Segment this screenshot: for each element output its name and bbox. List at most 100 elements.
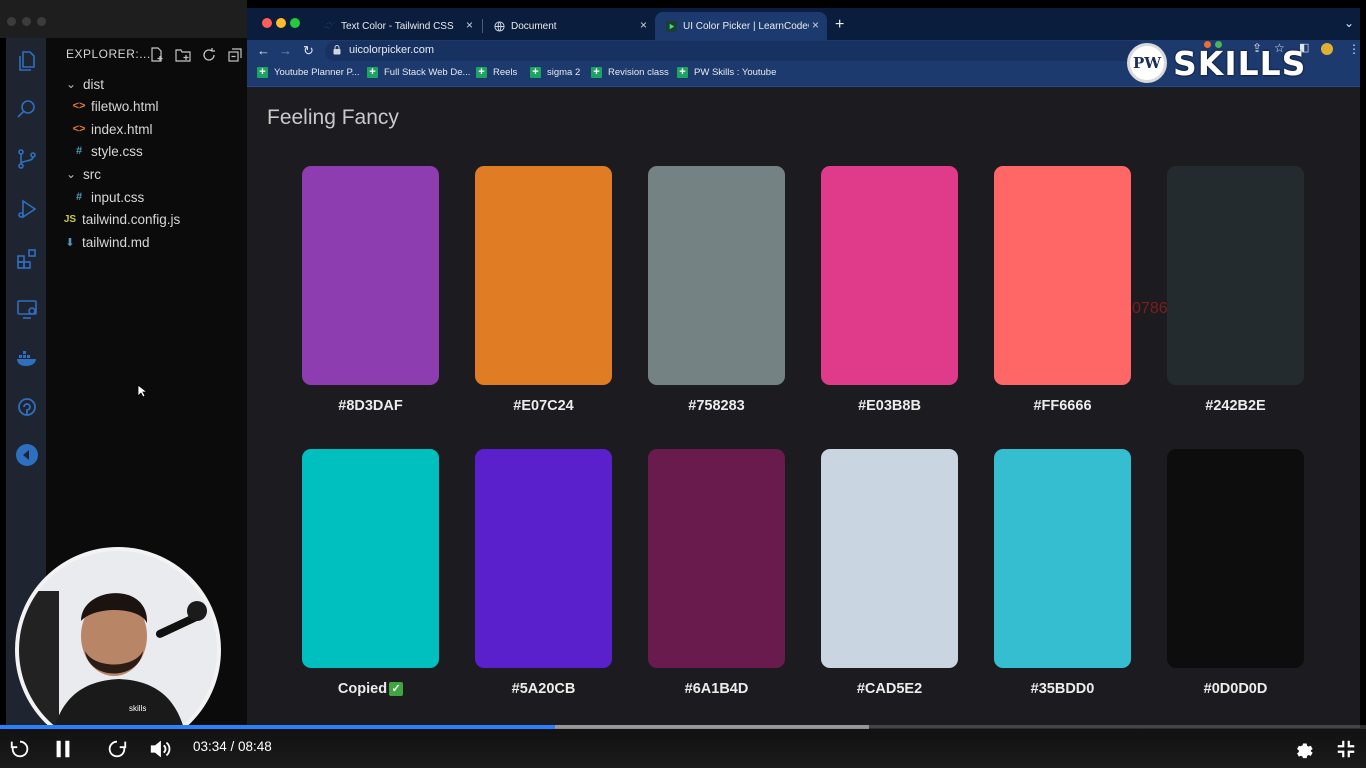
globe-icon <box>493 20 505 32</box>
color-picker-page: Feeling Fancy missgulnaz0786@gmail.com #… <box>247 88 1360 728</box>
color-swatch-label: #8D3DAF <box>338 398 403 414</box>
back-arrow-icon[interactable]: ← <box>257 43 270 58</box>
html-file-icon: <> <box>72 123 86 135</box>
css-file-icon: # <box>75 145 83 157</box>
new-folder-icon[interactable] <box>174 46 192 64</box>
forward-10-icon[interactable] <box>105 737 129 761</box>
tab-document[interactable]: Document × <box>483 12 655 40</box>
tree-folder-dist[interactable]: ⌄ dist <box>62 74 104 94</box>
color-swatch-label: #0D0D0D <box>1203 681 1268 697</box>
color-swatch[interactable] <box>475 166 612 385</box>
explorer-title: EXPLORER:... <box>66 47 151 61</box>
new-tab-button[interactable]: + <box>835 16 844 34</box>
html-file-icon: <> <box>72 100 86 112</box>
search-icon[interactable] <box>14 96 40 122</box>
color-swatch-label: Copied ✓ <box>302 681 439 697</box>
forward-arrow-icon[interactable]: → <box>279 43 292 58</box>
replay-10-icon[interactable] <box>8 737 32 761</box>
color-swatch-label: #5A20CB <box>511 681 576 697</box>
remote-explorer-icon[interactable] <box>14 296 40 322</box>
bookmark-revision-class[interactable]: + Revision class <box>591 67 669 78</box>
bookmark-youtube-planner[interactable]: + Youtube Planner P... <box>257 67 360 78</box>
video-time: 03:34 / 08:48 <box>193 739 272 754</box>
volume-icon[interactable] <box>148 737 172 761</box>
color-swatch-label: #E03B8B <box>858 398 921 414</box>
color-swatch[interactable] <box>302 166 439 385</box>
pause-icon[interactable] <box>51 737 75 761</box>
tab-strip: Text Color - Tailwind CSS × Document × U… <box>247 8 1360 40</box>
chevron-down-icon: ⌄ <box>65 77 77 91</box>
color-swatch[interactable] <box>821 449 958 668</box>
collapse-all-icon[interactable] <box>226 46 244 64</box>
address-bar[interactable]: uicolorpicker.com <box>325 41 1145 61</box>
color-swatch-label: #35BDD0 <box>1030 681 1095 697</box>
css-file-icon: # <box>75 191 83 203</box>
color-swatch[interactable] <box>994 166 1131 385</box>
reload-icon[interactable]: ↻ <box>303 43 314 59</box>
lock-icon <box>333 45 341 55</box>
new-file-icon[interactable] <box>148 46 166 64</box>
settings-gear-icon[interactable] <box>1291 737 1315 761</box>
color-swatch[interactable] <box>475 449 612 668</box>
color-swatch[interactable] <box>302 449 439 668</box>
check-mark-icon: ✓ <box>389 682 404 696</box>
js-file-icon: JS <box>63 213 77 225</box>
close-icon[interactable]: × <box>466 18 473 32</box>
address-url: uicolorpicker.com <box>349 44 434 56</box>
tree-file-input[interactable]: # input.css <box>70 187 144 207</box>
presenter-webcam: skills <box>15 547 221 753</box>
color-swatch-label: #FF6666 <box>1033 398 1092 414</box>
tree-file-style[interactable]: # style.css <box>70 141 143 161</box>
tab-ui-color-picker[interactable]: UI Color Picker | LearnCodeOnl × <box>655 12 827 40</box>
svg-text:skills: skills <box>129 704 146 713</box>
color-swatch[interactable] <box>821 166 958 385</box>
browser-minimize-dot[interactable] <box>276 18 286 28</box>
tree-file-filetwo[interactable]: <> filetwo.html <box>70 96 159 116</box>
color-swatch[interactable] <box>648 166 785 385</box>
explorer-icon[interactable] <box>14 48 40 74</box>
editor-titlebar <box>0 0 247 38</box>
extensions-icon[interactable] <box>14 246 40 272</box>
window-close-dot[interactable] <box>7 17 16 26</box>
learncodeonline-icon <box>665 20 677 32</box>
bookmark-pw-skills-youtube[interactable]: + PW Skills : Youtube <box>677 67 776 78</box>
color-swatch[interactable] <box>1167 449 1304 668</box>
live-share-icon[interactable] <box>14 394 40 420</box>
browser-zoom-dot[interactable] <box>290 18 300 28</box>
window-minimize-dot[interactable] <box>22 17 31 26</box>
browser-close-dot[interactable] <box>262 18 272 28</box>
tab-tailwind[interactable]: Text Color - Tailwind CSS × <box>313 12 481 40</box>
run-debug-icon[interactable] <box>14 196 40 222</box>
video-controls: 03:34 / 08:48 <box>0 729 1366 768</box>
bookmark-reels[interactable]: + Reels <box>476 67 517 78</box>
tree-file-tailwind-config[interactable]: JS tailwind.config.js <box>61 209 180 229</box>
window-zoom-dot[interactable] <box>37 17 46 26</box>
tree-folder-src[interactable]: ⌄ src <box>62 164 101 184</box>
chevron-down-icon: ⌄ <box>65 167 77 181</box>
tab-search-chevron-icon[interactable]: ⌄ <box>1344 16 1354 30</box>
color-swatch[interactable] <box>994 449 1131 668</box>
docker-icon[interactable] <box>14 344 40 370</box>
color-swatch[interactable] <box>1167 166 1304 385</box>
markdown-file-icon: ⬇ <box>65 236 75 249</box>
bookmark-full-stack[interactable]: + Full Stack Web De... <box>367 67 470 78</box>
tree-file-index[interactable]: <> index.html <box>70 119 153 139</box>
browser-window: Text Color - Tailwind CSS × Document × U… <box>247 8 1360 728</box>
sheets-icon: + <box>677 67 688 78</box>
exit-fullscreen-icon[interactable] <box>1334 737 1358 761</box>
close-icon[interactable]: × <box>640 18 647 32</box>
menu-kebab-icon[interactable]: ⋮ <box>1348 42 1360 56</box>
tailwind-icon <box>323 20 335 32</box>
sheets-icon: + <box>476 67 487 78</box>
profile-avatar[interactable] <box>1321 43 1333 55</box>
close-icon[interactable]: × <box>812 18 819 32</box>
refresh-icon[interactable] <box>200 46 218 64</box>
color-swatch[interactable] <box>648 449 785 668</box>
remote-icon[interactable] <box>14 442 40 468</box>
sheets-icon: + <box>591 67 602 78</box>
bookmark-sigma-2[interactable]: + sigma 2 <box>530 67 580 78</box>
sheets-icon: + <box>257 67 268 78</box>
source-control-icon[interactable] <box>14 146 40 172</box>
color-swatch-label: #6A1B4D <box>684 681 749 697</box>
tree-file-tailwind-md[interactable]: ⬇ tailwind.md <box>61 232 149 252</box>
